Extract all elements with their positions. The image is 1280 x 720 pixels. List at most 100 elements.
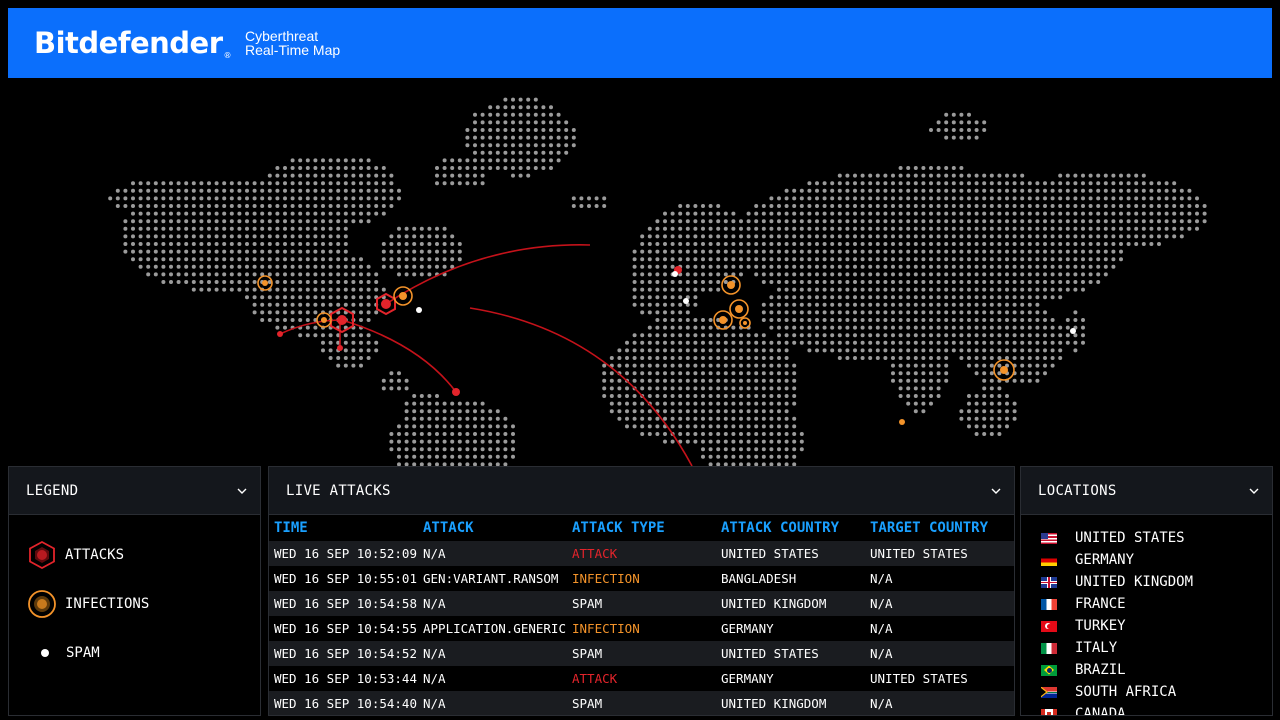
gb-flag-icon xyxy=(1041,576,1057,588)
infection-marker-core xyxy=(1000,366,1008,374)
cell-target-country: UNITED STATES xyxy=(865,541,1014,566)
subtitle-line-2: Real-Time Map xyxy=(245,42,341,58)
table-header-row: TIME ATTACK ATTACK TYPE ATTACK COUNTRY T… xyxy=(269,515,1014,541)
map-subtitle: Cyberthreat Real-Time Map xyxy=(245,29,340,57)
spam-marker xyxy=(672,271,678,277)
ca-flag-icon xyxy=(1041,708,1057,715)
us-flag-icon xyxy=(1041,532,1057,544)
cell-time: WED 16 SEP 10:54:40 xyxy=(269,691,418,715)
cell-time: WED 16 SEP 10:54:55 xyxy=(274,621,417,636)
location-name: SOUTH AFRICA xyxy=(1075,684,1177,700)
header-bar: Bitdefender® Cyberthreat Real-Time Map xyxy=(8,8,1272,78)
location-item[interactable]: UNITED STATES xyxy=(1021,527,1272,549)
cell-attack-country: UNITED STATES xyxy=(716,541,865,566)
locations-panel: LOCATIONS UNITED STATES GERMANY UNITED KIN… xyxy=(1020,466,1273,716)
column-header-attack[interactable]: ATTACK xyxy=(418,515,567,541)
attack-marker xyxy=(381,299,391,309)
cell-attack: N/A xyxy=(418,691,567,715)
legend-header[interactable]: LEGEND xyxy=(9,467,260,515)
fr-flag-icon xyxy=(1041,598,1057,610)
cell-target-country: N/A xyxy=(865,691,1014,715)
cell-time: WED 16 SEP 10:53:44 xyxy=(274,671,417,686)
infection-marker-core xyxy=(743,321,747,325)
location-name: UNITED STATES xyxy=(1075,530,1185,546)
spam-marker xyxy=(1070,328,1076,334)
live-attacks-header[interactable]: LIVE ATTACKS xyxy=(269,467,1014,515)
infection-marker-core xyxy=(727,281,735,289)
location-name: ITALY xyxy=(1075,640,1118,656)
cell-attack: N/A xyxy=(418,541,567,566)
cell-attack-country: UNITED STATES xyxy=(716,641,865,666)
location-item[interactable]: SOUTH AFRICA xyxy=(1021,681,1272,703)
tr-flag-icon xyxy=(1041,620,1057,632)
column-header-time[interactable]: TIME xyxy=(269,515,418,541)
cell-target-country: N/A xyxy=(865,591,1014,616)
attack-marker xyxy=(337,345,343,351)
cell-time: WED 16 SEP 10:54:52 xyxy=(269,641,418,666)
location-item[interactable]: TURKEY xyxy=(1021,615,1272,637)
cell-attack-country: BANGLADESH xyxy=(721,571,797,586)
legend-label: ATTACKS xyxy=(65,547,125,563)
location-item[interactable]: GERMANY xyxy=(1021,549,1272,571)
cell-attack: N/A xyxy=(418,641,567,666)
location-item[interactable]: ITALY xyxy=(1021,637,1272,659)
cell-time: WED 16 SEP 10:52:09 xyxy=(269,541,418,566)
column-header-target-country[interactable]: TARGET COUNTRY xyxy=(865,515,1014,541)
cell-attack: APPLICATION.GENERIC xyxy=(423,621,566,636)
location-name: FRANCE xyxy=(1075,596,1126,612)
cell-attack: N/A xyxy=(418,591,567,616)
cell-attack-country: UNITED KINGDOM xyxy=(716,591,865,616)
infection-marker-core xyxy=(719,316,727,324)
location-item[interactable]: BRAZIL xyxy=(1021,659,1272,681)
attack-arcs xyxy=(279,244,693,466)
cell-attack-type: INFECTION xyxy=(572,571,640,586)
legend-label: INFECTIONS xyxy=(65,596,150,612)
world-threat-map[interactable] xyxy=(0,82,1280,466)
cell-attack-type: SPAM xyxy=(567,641,716,666)
legend-item-infections: INFECTIONS xyxy=(27,589,149,619)
cell-attack-type: SPAM xyxy=(567,691,716,715)
locations-list: UNITED STATES GERMANY UNITED KINGDOM FRANCE… xyxy=(1021,515,1272,716)
world-map-dots xyxy=(108,97,1207,466)
locations-header[interactable]: LOCATIONS xyxy=(1021,467,1272,515)
chevron-down-icon[interactable] xyxy=(990,485,1002,497)
infection-marker-core xyxy=(899,419,905,425)
chevron-down-icon[interactable] xyxy=(236,485,248,497)
infection-marker-core xyxy=(399,292,407,300)
table-row[interactable]: WED 16 SEP 10:55:01 GEN:VARIANT.RANSOM INF… xyxy=(269,566,1014,591)
cell-target-country: N/A xyxy=(870,571,893,586)
live-attacks-panel: LIVE ATTACKS TIME ATTACK ATTACK TYPE ATT… xyxy=(268,466,1015,716)
column-header-attack-country[interactable]: ATTACK COUNTRY xyxy=(716,515,865,541)
cell-target-country: N/A xyxy=(870,621,893,636)
legend-item-attacks: ATTACKS xyxy=(27,540,124,570)
table-row[interactable]: WED 16 SEP 10:53:44 N/A ATTACK GERMANY UNITE… xyxy=(269,666,1014,691)
locations-title: LOCATIONS xyxy=(1038,482,1117,499)
cell-target-country: UNITED STATES xyxy=(870,671,968,686)
location-item[interactable]: FRANCE xyxy=(1021,593,1272,615)
bitdefender-logo[interactable]: Bitdefender® xyxy=(34,26,231,60)
infection-marker-core xyxy=(262,280,268,286)
cell-target-country: N/A xyxy=(865,641,1014,666)
column-header-attack-type[interactable]: ATTACK TYPE xyxy=(567,515,716,541)
table-row[interactable]: WED 16 SEP 10:54:55 APPLICATION.GENERIC IN… xyxy=(269,616,1014,641)
table-row[interactable]: WED 16 SEP 10:52:09 N/A ATTACK UNITED STATE… xyxy=(269,541,1014,566)
location-item[interactable]: UNITED KINGDOM xyxy=(1021,571,1272,593)
subtitle-line-1: Cyberthreat xyxy=(245,28,319,44)
location-name: GERMANY xyxy=(1075,552,1135,568)
infection-circle-icon xyxy=(28,590,56,618)
legend-title: LEGEND xyxy=(26,482,79,499)
cell-attack-country: GERMANY xyxy=(721,621,774,636)
chevron-down-icon[interactable] xyxy=(1248,485,1260,497)
table-row[interactable]: WED 16 SEP 10:54:58 N/A SPAM UNITED KINGDOM… xyxy=(269,591,1014,616)
location-name: CANADA xyxy=(1075,706,1126,716)
cell-attack-type: ATTACK xyxy=(572,671,618,686)
table-row[interactable]: WED 16 SEP 10:54:40 N/A SPAM UNITED KINGDOM… xyxy=(269,691,1014,715)
table-row[interactable]: WED 16 SEP 10:54:52 N/A SPAM UNITED STATES N… xyxy=(269,641,1014,666)
spam-marker xyxy=(683,298,689,304)
spam-dot-icon xyxy=(41,649,49,657)
legend-item-spam: SPAM xyxy=(27,643,100,663)
attack-marker xyxy=(277,331,283,337)
attack-arc xyxy=(385,244,591,305)
location-name: TURKEY xyxy=(1075,618,1126,634)
location-item[interactable]: CANADA xyxy=(1021,703,1272,716)
